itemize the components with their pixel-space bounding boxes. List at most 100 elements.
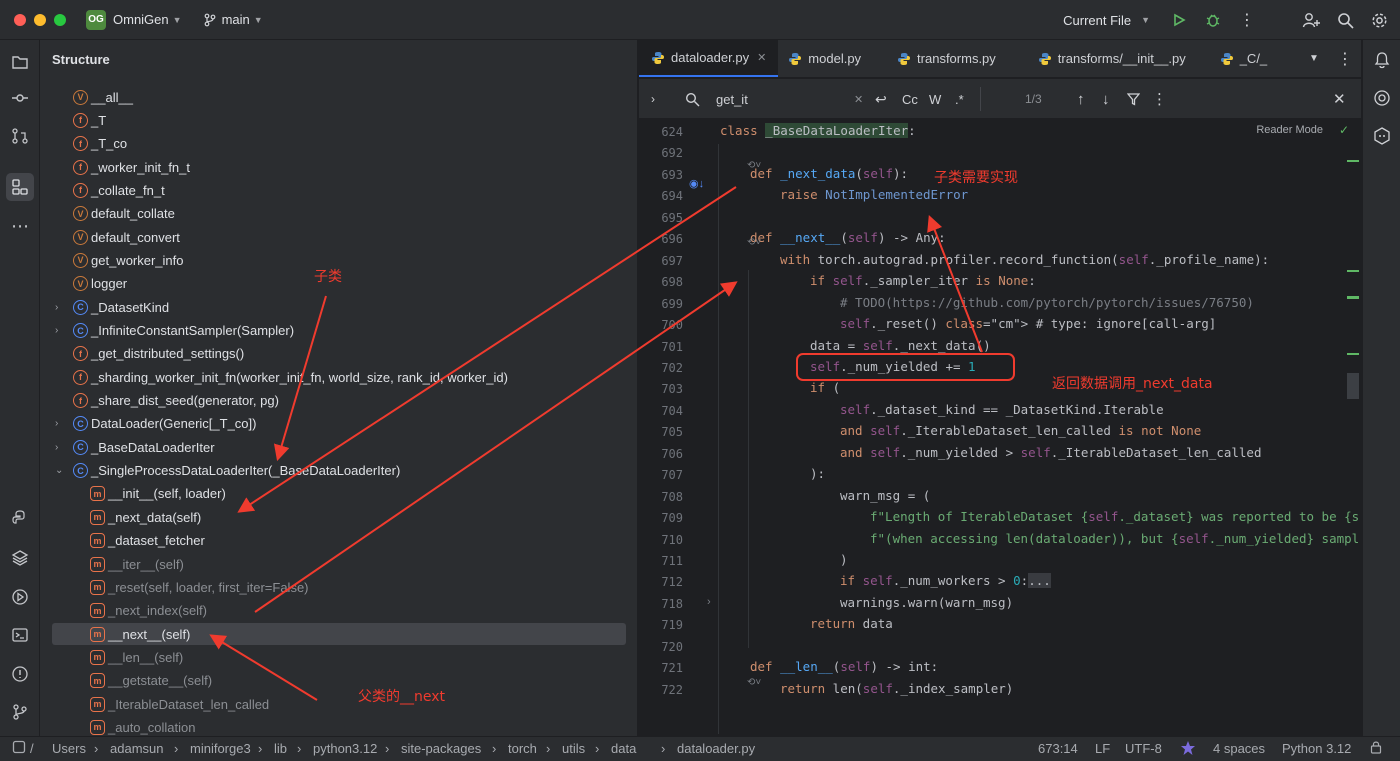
structure-item[interactable]: Vdefault_collate — [52, 203, 626, 225]
more-tabs-icon[interactable]: ⋮ — [1329, 40, 1361, 77]
cursor-position[interactable]: 673:14 — [1038, 741, 1078, 756]
find-input[interactable]: get_it — [716, 79, 748, 119]
next-occurrence-icon[interactable]: ↓ — [1102, 79, 1110, 119]
structure-item[interactable]: f _get_distributed_settings() — [52, 343, 626, 365]
structure-item[interactable]: V __all__ — [52, 86, 626, 108]
search-icon[interactable] — [1328, 3, 1362, 37]
override-hint-icon[interactable]: ⟲˅ — [747, 677, 761, 688]
settings-icon[interactable] — [1362, 3, 1396, 37]
structure-item[interactable]: m _IterableDataset_len_called — [52, 693, 626, 715]
breadcrumb-item[interactable]: miniforge3 — [190, 741, 251, 756]
more-tool-windows-icon[interactable]: ⋯ — [6, 212, 34, 240]
add-user-icon[interactable] — [1294, 3, 1328, 37]
search-history-icon[interactable]: ↩ — [875, 79, 887, 119]
terminal-icon[interactable] — [6, 621, 34, 649]
structure-item[interactable]: m _reset(self, loader, first_iter=False) — [52, 576, 626, 598]
structure-item[interactable]: m __init__(self, loader) — [52, 483, 626, 505]
run-icon[interactable] — [1162, 3, 1196, 37]
chevron-right-icon[interactable]: › — [55, 302, 65, 313]
breadcrumb-item[interactable]: python3.12 — [313, 741, 377, 756]
structure-item[interactable]: › C DataLoader(Generic[_T_co]) — [52, 413, 626, 435]
structure-item[interactable]: m _dataset_fetcher — [52, 530, 626, 552]
close-tab-icon[interactable]: ✕ — [757, 51, 766, 64]
python-console-icon[interactable] — [6, 504, 34, 532]
ai-assistant-icon[interactable] — [1372, 88, 1392, 108]
chevron-down-icon[interactable]: ▼ — [254, 15, 263, 25]
breadcrumb-item[interactable]: Users — [52, 741, 86, 756]
structure-item[interactable]: f _T_co — [52, 133, 626, 155]
structure-item[interactable]: m _auto_collation — [52, 716, 626, 736]
problems-icon[interactable] — [6, 660, 34, 688]
services-icon[interactable] — [6, 583, 34, 611]
previous-occurrence-icon[interactable]: ↑ — [1077, 79, 1085, 119]
structure-item[interactable]: f _T — [52, 109, 626, 131]
python-interpreter[interactable]: Python 3.12 — [1282, 741, 1351, 756]
run-config-selector[interactable]: Current File — [1063, 13, 1131, 28]
chevron-down-icon[interactable]: ▼ — [1141, 15, 1150, 25]
structure-item[interactable]: f _worker_init_fn_t — [52, 156, 626, 178]
tab-transforms[interactable]: transforms.py — [885, 40, 1026, 77]
expand-replace-icon[interactable]: › — [651, 79, 655, 119]
pull-requests-icon[interactable] — [6, 122, 34, 150]
close-find-icon[interactable]: ✕ — [1333, 79, 1346, 119]
structure-item[interactable]: m _next_index(self) — [52, 600, 626, 622]
structure-item[interactable]: f _collate_fn_t — [52, 179, 626, 201]
override-hint-icon[interactable]: ⟲˅ — [747, 237, 761, 248]
more-find-options-icon[interactable]: ⋮ — [1152, 79, 1167, 119]
debug-icon[interactable] — [1196, 3, 1230, 37]
breadcrumb-item[interactable]: adamsun — [110, 741, 163, 756]
structure-item[interactable]: m __iter__(self) — [52, 553, 626, 575]
tab-c[interactable]: _C/_ — [1216, 40, 1269, 77]
breadcrumb-item[interactable]: torch — [508, 741, 537, 756]
project-name[interactable]: OmniGen — [113, 12, 169, 27]
inspection-ok-icon[interactable]: ✓ — [1339, 123, 1349, 137]
chevron-right-icon[interactable]: › — [55, 418, 65, 429]
structure-item[interactable]: m __next__(self) — [52, 623, 626, 646]
indent-setting[interactable]: 4 spaces — [1213, 741, 1265, 756]
clear-search-icon[interactable]: ✕ — [854, 79, 863, 119]
close-window-button[interactable] — [14, 13, 26, 26]
structure-item[interactable]: › C _InfiniteConstantSampler(Sampler) — [52, 320, 626, 342]
structure-item[interactable]: Vdefault_convert — [52, 226, 626, 248]
implemented-gutter-icon[interactable]: ◉↓ — [689, 177, 704, 190]
zoom-window-button[interactable] — [54, 13, 66, 26]
branch-name[interactable]: main — [222, 12, 250, 27]
code-editor[interactable]: Reader Mode ✓ 624 692 693 694 695 696 697 698 69… — [639, 120, 1361, 736]
structure-item[interactable]: f _sharding_worker_init_fn(worker_init_fn… — [52, 366, 626, 388]
commit-icon[interactable] — [6, 84, 34, 112]
chevron-down-icon[interactable]: ⌄ — [55, 465, 65, 476]
breadcrumb-item[interactable]: dataloader.py — [677, 741, 755, 756]
chevron-right-icon[interactable]: › — [55, 325, 65, 336]
reader-mode-toggle[interactable]: Reader Mode — [1256, 124, 1323, 136]
structure-item[interactable]: m __getstate__(self) — [52, 670, 626, 692]
notifications-icon[interactable] — [1372, 50, 1392, 70]
structure-item[interactable]: ⌄ C _SingleProcessDataLoaderIter(_BaseData… — [52, 460, 626, 482]
regex-toggle[interactable]: .* — [955, 79, 964, 119]
structure-item[interactable]: › C _BaseDataLoaderIter — [52, 436, 626, 458]
line-separator[interactable]: LF — [1095, 741, 1110, 756]
file-encoding[interactable]: UTF-8 — [1125, 741, 1162, 756]
tab-dataloader[interactable]: dataloader.py ✕ — [639, 40, 779, 77]
minimize-window-button[interactable] — [34, 13, 46, 26]
breadcrumb-item[interactable]: lib — [274, 741, 287, 756]
structure-item[interactable]: › C _DatasetKind — [52, 296, 626, 318]
chevron-down-icon[interactable]: ▼ — [1299, 40, 1329, 77]
vcs-widget-icon[interactable] — [12, 740, 26, 757]
breadcrumb-item[interactable]: site-packages — [401, 741, 481, 756]
breadcrumb-item[interactable]: data — [611, 741, 636, 756]
tab-model[interactable]: model.py — [778, 40, 885, 77]
tab-transforms-init[interactable]: transforms/__init__.py — [1026, 40, 1216, 77]
more-actions-icon[interactable]: ⋮ — [1230, 3, 1264, 37]
structure-item[interactable]: f _share_dist_seed(generator, pg) — [52, 390, 626, 412]
fold-icon[interactable]: › — [707, 596, 711, 608]
chevron-right-icon[interactable]: › — [55, 442, 65, 453]
project-folder-icon[interactable] — [6, 48, 34, 76]
project-badge[interactable]: OG — [86, 9, 106, 30]
whole-words-toggle[interactable]: W — [929, 79, 941, 119]
scrollbar-thumb[interactable] — [1347, 373, 1359, 399]
structure-item[interactable]: m _next_data(self) — [52, 506, 626, 528]
breadcrumb-item[interactable]: utils — [562, 741, 585, 756]
git-icon[interactable] — [6, 698, 34, 726]
layers-icon[interactable] — [6, 544, 34, 572]
lock-icon[interactable] — [1370, 740, 1382, 757]
